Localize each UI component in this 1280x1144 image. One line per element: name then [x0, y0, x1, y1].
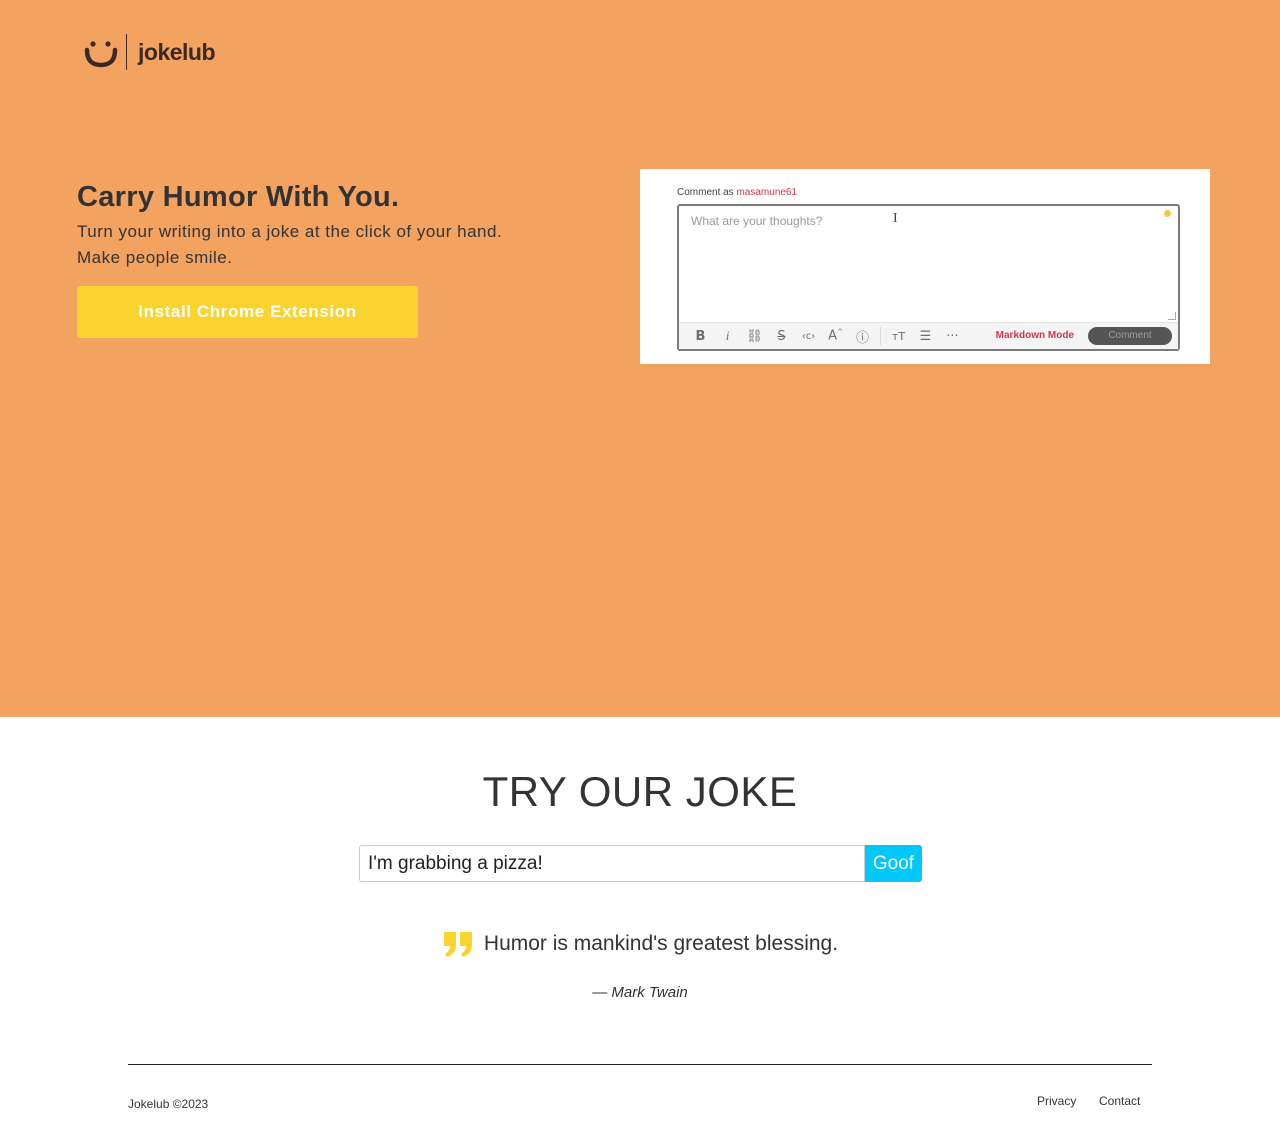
- heading-icon: тT: [891, 329, 906, 343]
- italic-icon: i: [725, 328, 730, 343]
- preview-comment-box: What are your thoughts? I B i ⛓ S ‹c› A^…: [677, 204, 1180, 351]
- copyright: Jokelub ©2023: [128, 1097, 209, 1111]
- resize-grip-icon: [1168, 312, 1176, 320]
- superscript-icon: A^: [828, 328, 843, 344]
- more-icon: ···: [946, 328, 959, 344]
- extension-preview-image: Comment as masamune61 What are your thou…: [640, 169, 1210, 364]
- code-icon: ‹c›: [801, 330, 816, 342]
- brand-name: jokelub: [138, 38, 216, 65]
- joke-input[interactable]: [359, 845, 865, 882]
- smiley-icon: [84, 33, 118, 71]
- brand-logo[interactable]: jokelub: [84, 33, 216, 71]
- quote-text: Humor is mankind's greatest blessing.: [483, 932, 839, 955]
- hero-subline-2: Make people smile.: [77, 248, 233, 267]
- toolbar-divider: [880, 327, 881, 345]
- hero-section: jokelub Carry Humor With You. Turn your …: [0, 0, 1280, 717]
- preview-comment-button: Comment: [1088, 327, 1172, 345]
- link-icon: ⛓: [746, 328, 763, 344]
- privacy-link[interactable]: Privacy: [1037, 1094, 1076, 1108]
- spoiler-icon: ⓘ: [855, 330, 869, 346]
- status-dot-icon: [1164, 210, 1171, 217]
- hero-subline: Turn your writing into a joke at the cli…: [77, 222, 503, 241]
- preview-placeholder: What are your thoughts?: [691, 214, 823, 228]
- bold-icon: B: [695, 328, 706, 344]
- logo-separator: [126, 34, 127, 70]
- text-cursor-icon: I: [893, 211, 898, 226]
- strikethrough-icon: S: [777, 328, 786, 344]
- hero-headline: Carry Humor With You.: [77, 181, 400, 213]
- preview-toolbar: B i ⛓ S ‹c› A^ ⓘ тT ☰ ··· Markdown Mode …: [679, 322, 1178, 349]
- preview-comment-as-label: Comment as: [677, 187, 737, 198]
- preview-comment-as: Comment as masamune61: [677, 187, 797, 198]
- preview-markdown-mode: Markdown Mode: [995, 330, 1074, 341]
- goof-button[interactable]: Goof: [865, 845, 922, 882]
- install-chrome-extension-button[interactable]: Install Chrome Extension: [77, 286, 418, 338]
- contact-link[interactable]: Contact: [1099, 1094, 1140, 1108]
- footer-divider: [128, 1064, 1152, 1065]
- try-section-title: TRY OUR JOKE: [482, 768, 798, 815]
- preview-username: masamune61: [736, 187, 798, 198]
- bulleted-list-icon: ☰: [919, 328, 932, 344]
- quote-icon: [442, 930, 474, 958]
- quote-author: — Mark Twain: [592, 984, 688, 1001]
- quote-block: Humor is mankind's greatest blessing.: [0, 930, 1280, 958]
